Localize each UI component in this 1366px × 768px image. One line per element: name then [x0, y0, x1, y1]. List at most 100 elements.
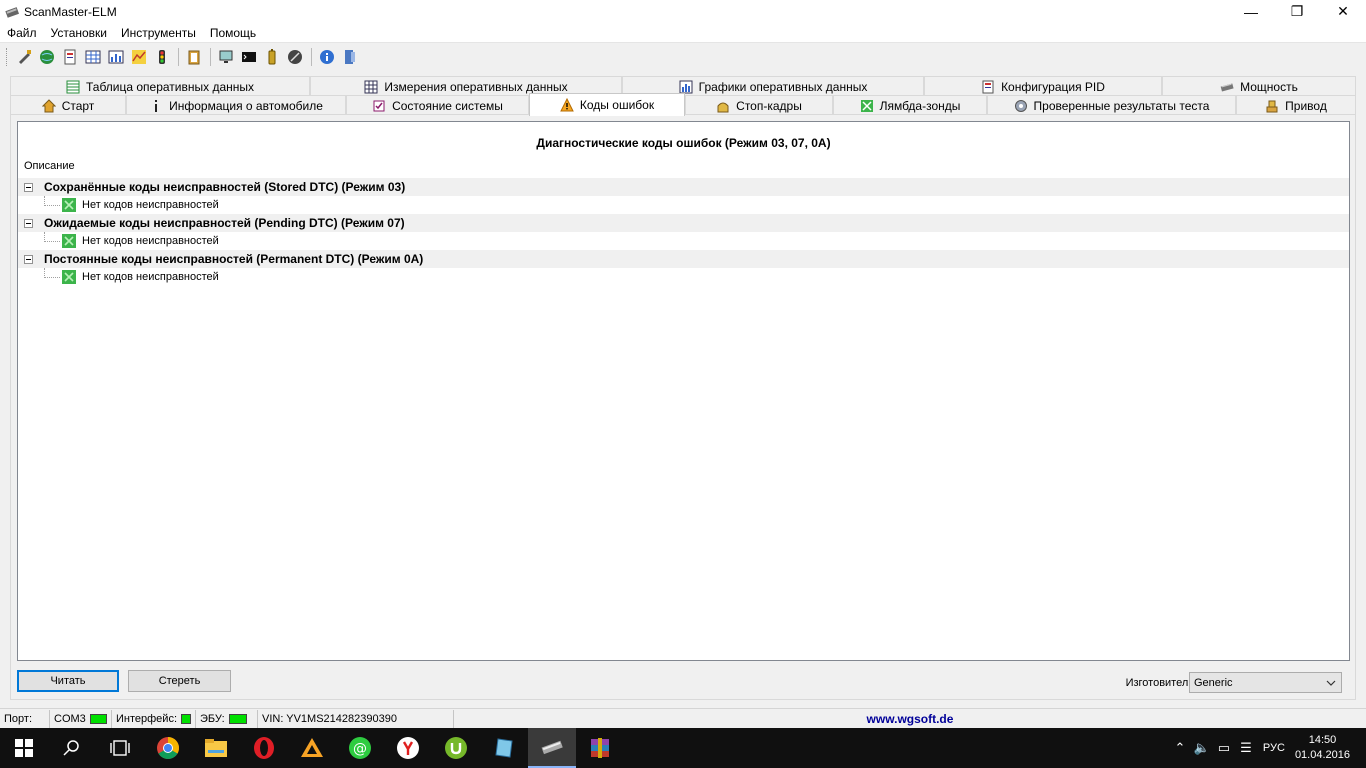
mail-icon[interactable]: @ [336, 728, 384, 768]
notification-icon[interactable]: ☰ [1235, 740, 1257, 756]
manufacturer-label: Изготовитель [1125, 677, 1194, 689]
manufacturer-select[interactable]: Generic [1189, 672, 1342, 693]
language-indicator[interactable]: РУС [1263, 742, 1285, 754]
port-value: COM3 [54, 712, 86, 725]
list-item[interactable]: Нет кодов неисправностей [18, 232, 1349, 250]
chart-icon [679, 80, 693, 94]
battery-icon[interactable]: ▭ [1213, 740, 1235, 756]
gear-icon [1014, 99, 1028, 113]
port-status: COM3 [50, 709, 112, 728]
tab-actuator[interactable]: Привод [1236, 95, 1356, 115]
ecu-led [228, 713, 247, 724]
aimp-icon[interactable] [288, 728, 336, 768]
clipboard-icon[interactable] [183, 46, 205, 68]
close-button[interactable]: ✕ [1320, 0, 1366, 23]
document-icon [981, 80, 995, 94]
title-bar: ScanMaster-ELM — ❐ ✕ [0, 0, 1366, 23]
monitor-icon[interactable] [215, 46, 237, 68]
status-bar: Порт: COM3 Интерфейс: ЭБУ: VIN: YV1MS214… [0, 708, 1366, 728]
tab-label: Графики оперативных данных [698, 79, 868, 94]
opera-icon[interactable] [240, 728, 288, 768]
clock-date: 01.04.2016 [1294, 749, 1350, 761]
check-icon [62, 198, 76, 212]
scanmaster-taskbar-icon[interactable] [528, 728, 576, 768]
menu-help[interactable]: Помощь [203, 23, 263, 43]
search-icon[interactable] [48, 728, 96, 768]
chrome-icon[interactable] [144, 728, 192, 768]
sensor-icon [860, 99, 874, 113]
menu-tools[interactable]: Инструменты [114, 23, 203, 43]
website-link[interactable]: www.wgsoft.de [454, 712, 1366, 726]
notes-icon[interactable] [480, 728, 528, 768]
menu-file[interactable]: Файл [0, 23, 44, 43]
volume-icon[interactable]: 🔈 [1191, 740, 1213, 756]
utorrent-icon[interactable] [432, 728, 480, 768]
tree-connector [44, 232, 60, 242]
traffic-light-icon[interactable] [151, 46, 173, 68]
collapse-icon[interactable] [24, 182, 33, 192]
interface-label: Интерфейс: [116, 712, 177, 725]
graph-icon[interactable] [128, 46, 150, 68]
info-icon[interactable] [316, 46, 338, 68]
clear-button[interactable]: Стереть [128, 670, 231, 692]
start-button[interactable] [0, 728, 48, 768]
app-icon [5, 6, 20, 18]
tab-label: Конфигурация PID [1001, 79, 1105, 94]
window-title: ScanMaster-ELM [24, 4, 117, 19]
toolbar-separator [210, 48, 211, 66]
stop-icon[interactable] [284, 46, 306, 68]
collapse-icon[interactable] [24, 218, 33, 228]
file-explorer-icon[interactable] [192, 728, 240, 768]
yandex-browser-icon[interactable] [384, 728, 432, 768]
globe-icon[interactable] [36, 46, 58, 68]
item-label: Нет кодов неисправностей [82, 235, 219, 247]
connect-icon[interactable] [13, 46, 35, 68]
list-item[interactable]: Нет кодов неисправностей [18, 196, 1349, 214]
terminal-icon[interactable] [238, 46, 260, 68]
task-view-icon[interactable] [96, 728, 144, 768]
tab-label: Информация о автомобиле [169, 98, 323, 113]
battery-icon[interactable] [261, 46, 283, 68]
menu-settings[interactable]: Установки [44, 23, 114, 43]
toolbar-grip[interactable] [6, 48, 9, 66]
tab-label: Состояние системы [392, 98, 503, 113]
column-header-description[interactable]: Описание [24, 160, 75, 172]
tab-trouble-codes[interactable]: Коды ошибок [529, 93, 685, 116]
exit-icon[interactable] [339, 46, 361, 68]
tab-lambda-sensors[interactable]: Лямбда-зонды [833, 95, 987, 115]
table-icon[interactable] [82, 46, 104, 68]
clock-time: 14:50 [1308, 734, 1337, 746]
item-label: Нет кодов неисправностей [82, 199, 219, 211]
chevron-down-icon [1326, 680, 1336, 686]
tab-test-results[interactable]: Проверенные результаты теста [987, 95, 1236, 115]
clock[interactable]: 14:50 01.04.2016 [1295, 733, 1350, 763]
tab-system-status[interactable]: Состояние системы [346, 95, 529, 115]
list-item[interactable]: Нет кодов неисправностей [18, 268, 1349, 286]
checklist-icon [372, 99, 386, 113]
read-button[interactable]: Читать [17, 670, 119, 692]
tab-live-data-table[interactable]: Таблица оперативных данных [10, 76, 310, 96]
tab-label: Измерения оперативных данных [384, 79, 568, 94]
group-permanent-dtc[interactable]: Постоянные коды неисправностей (Permanen… [18, 250, 1349, 268]
restore-button[interactable]: ❐ [1274, 0, 1320, 23]
tab-freeze-frames[interactable]: Стоп-кадры [685, 95, 833, 115]
tab-pid-config[interactable]: Конфигурация PID [924, 76, 1162, 96]
menu-bar: Файл Установки Инструменты Помощь [0, 23, 1366, 43]
tab-power[interactable]: Мощность [1162, 76, 1356, 96]
group-pending-dtc[interactable]: Ожидаемые коды неисправностей (Pending D… [18, 214, 1349, 232]
tab-label: Таблица оперативных данных [85, 79, 255, 94]
winrar-icon[interactable] [576, 728, 624, 768]
collapse-icon[interactable] [24, 254, 33, 264]
check-icon [62, 270, 76, 284]
minimize-button[interactable]: — [1228, 0, 1274, 23]
report-icon[interactable] [59, 46, 81, 68]
group-stored-dtc[interactable]: Сохранённые коды неисправностей (Stored … [18, 178, 1349, 196]
tab-label: Стоп-кадры [736, 98, 802, 113]
chart-icon[interactable] [105, 46, 127, 68]
dtc-tree[interactable]: Диагностические коды ошибок (Режим 03, 0… [17, 121, 1350, 661]
tab-vehicle-info[interactable]: Информация о автомобиле [126, 95, 346, 115]
chevron-up-icon[interactable]: ⌃ [1169, 740, 1191, 756]
manufacturer-value: Generic [1194, 676, 1233, 689]
tab-start[interactable]: Старт [10, 95, 126, 115]
group-label: Сохранённые коды неисправностей (Stored … [44, 180, 406, 194]
